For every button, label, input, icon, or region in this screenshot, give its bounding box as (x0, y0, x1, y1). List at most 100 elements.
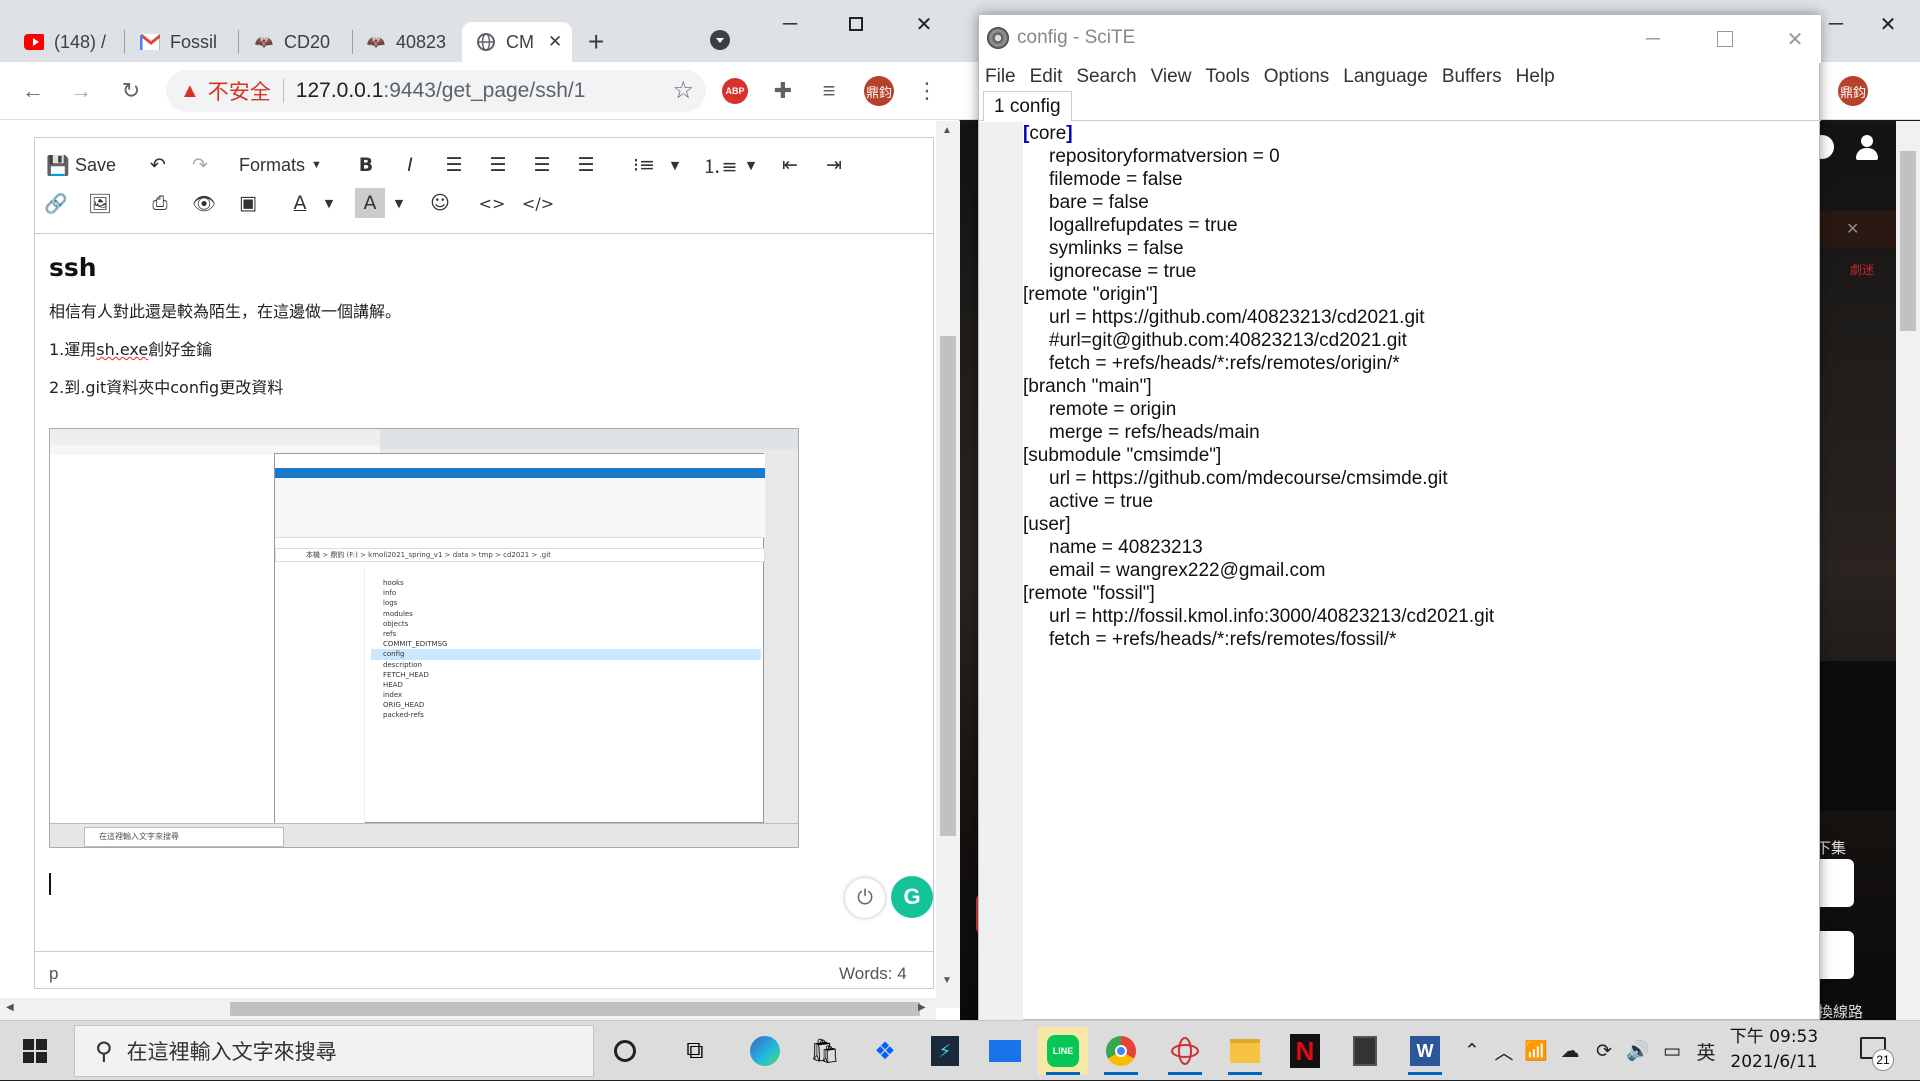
redo-icon[interactable]: ↷ (185, 150, 215, 180)
tab-youtube[interactable]: (148) / (10, 22, 120, 62)
edge-icon[interactable] (740, 1027, 790, 1075)
close-window-icon[interactable]: ✕ (900, 8, 948, 40)
scroll-up-icon[interactable]: ▲ (942, 125, 952, 136)
scite-minimize-icon[interactable]: ─ (1629, 23, 1677, 55)
bullet-list-icon[interactable]: ⁝≡ (629, 150, 659, 180)
scite-menu-options[interactable]: Options (1264, 66, 1329, 88)
insecure-label[interactable]: 不安全 (208, 76, 271, 106)
scite-menu-search[interactable]: Search (1076, 66, 1136, 88)
reload-icon[interactable]: ↻ (114, 74, 148, 108)
emoticon-icon[interactable]: ☺ (425, 188, 455, 218)
preview-icon[interactable]: 👁 (189, 188, 219, 218)
dropbox-icon[interactable]: ❖ (860, 1027, 910, 1075)
scroll-left-icon[interactable]: ◀ (6, 1002, 14, 1013)
scite-menu-language[interactable]: Language (1343, 66, 1428, 88)
file-explorer-icon[interactable] (1220, 1027, 1270, 1075)
align-right-icon[interactable]: ☰ (527, 150, 557, 180)
taskbar-search-box[interactable]: ⚲ 在這裡輸入文字來搜尋 (74, 1025, 594, 1077)
scite-menu-buffers[interactable]: Buffers (1442, 66, 1502, 88)
power-icon[interactable]: ⏻ (845, 878, 885, 918)
bg-scrollbar[interactable] (1896, 121, 1920, 1020)
embedded-screenshot[interactable]: 本機 > 鼎鈞 (F:) > kmoli2021_spring_v1 > dat… (49, 428, 799, 848)
scroll-thumb[interactable] (940, 336, 956, 836)
forward-icon[interactable]: → (64, 74, 98, 108)
outdent-icon[interactable]: ⇤ (775, 150, 805, 180)
media-control-icon[interactable]: ≡ (812, 74, 846, 108)
task-view-icon[interactable]: ⧉ (670, 1027, 720, 1075)
chrome-icon[interactable] (1096, 1027, 1146, 1075)
tab-cd2021[interactable]: 🦇 CD20 (240, 22, 350, 62)
bookmark-star-icon[interactable]: ☆ (672, 76, 694, 105)
scroll-down-icon[interactable]: ▼ (942, 975, 952, 986)
background-color-icon[interactable]: A (355, 188, 385, 218)
close-tab-icon[interactable]: ✕ (548, 32, 562, 52)
source-code-icon[interactable]: </> (522, 188, 554, 218)
tray-arrows-icon[interactable]: ⌃ (1460, 1031, 1484, 1071)
grammarly-icon[interactable]: G (891, 876, 933, 918)
profile-avatar[interactable]: 鼎鈞 (864, 76, 894, 106)
volume-icon[interactable]: 🔊 (1624, 1031, 1652, 1071)
address-bar[interactable]: ▲ 不安全 127.0.0.1:9443/get_page/ssh/1 ☆ (166, 70, 706, 112)
scite-buffer-tab[interactable]: 1 config (983, 91, 1072, 121)
terminal-icon[interactable]: ⚡ (920, 1027, 970, 1075)
bg-banner-close-icon[interactable]: ✕ (1846, 219, 1859, 239)
hscroll-thumb[interactable] (230, 1002, 920, 1016)
scite-taskbar-icon[interactable] (1160, 1027, 1210, 1075)
align-center-icon[interactable]: ☰ (483, 150, 513, 180)
page-horizontal-scrollbar[interactable]: ◀ ▶ (0, 998, 936, 1020)
indent-icon[interactable]: ⇥ (819, 150, 849, 180)
scite-menu-file[interactable]: File (985, 66, 1016, 88)
scite-menu-tools[interactable]: Tools (1205, 66, 1249, 88)
undo-icon[interactable]: ↶ (143, 150, 173, 180)
tab-search-icon[interactable] (710, 30, 730, 50)
url-text[interactable]: 127.0.0.1:9443/get_page/ssh/1 (296, 79, 586, 103)
cortana-icon[interactable] (600, 1027, 650, 1075)
chevron-down-icon[interactable]: ▼ (667, 150, 683, 180)
page-vertical-scrollbar[interactable]: ▲ ▼ (936, 121, 960, 1008)
editor-body[interactable]: ssh 相信有人對此還是較為陌生，在這邊做一個講解。 1.運用sh.exe創好金… (35, 235, 933, 988)
maximize-icon[interactable] (832, 8, 880, 40)
line-icon[interactable]: LINE (1038, 1027, 1088, 1075)
media-icon[interactable]: ▣ (233, 188, 263, 218)
chevron-down-icon[interactable]: ▼ (743, 150, 759, 180)
scite-code-area[interactable]: [core] repositoryformatversion = 0 filemod… (1023, 122, 1821, 1021)
align-justify-icon[interactable]: ☰ (571, 150, 601, 180)
ime-indicator[interactable]: 英 (1692, 1031, 1720, 1071)
print-icon[interactable]: ⎙ (145, 188, 175, 218)
system-clock[interactable]: 下午 09:53 2021/6/11 (1728, 1025, 1820, 1077)
adblock-icon[interactable]: ABP (722, 78, 748, 104)
menu-kebab-icon[interactable]: ⋮ (910, 74, 944, 108)
back-icon[interactable]: ← (16, 74, 50, 108)
link-icon[interactable]: 🔗 (41, 188, 71, 218)
bg-close-icon[interactable]: ✕ (1864, 8, 1912, 40)
formats-dropdown[interactable]: Formats ▼ (239, 150, 322, 180)
calculator-icon[interactable] (1340, 1027, 1390, 1075)
chevron-down-icon[interactable]: ▼ (321, 188, 337, 218)
text-color-icon[interactable]: A (285, 188, 315, 218)
chevron-down-icon[interactable]: ▼ (391, 188, 407, 218)
bg-profile-avatar[interactable]: 鼎鈞 (1838, 76, 1868, 106)
bg-user-icon[interactable] (1856, 135, 1878, 161)
new-tab-button[interactable]: + (588, 26, 604, 58)
word-icon[interactable]: W (1400, 1027, 1450, 1075)
save-icon[interactable]: 💾 (43, 150, 73, 180)
sync-icon[interactable]: ⟳ (1590, 1031, 1618, 1071)
show-hidden-icons[interactable]: ︿ (1490, 1031, 1518, 1071)
bold-icon[interactable]: B (351, 150, 381, 180)
notification-center[interactable]: 21 (1856, 1033, 1896, 1071)
scite-close-icon[interactable]: ✕ (1771, 23, 1819, 55)
minimize-icon[interactable]: ─ (766, 8, 814, 40)
image-icon[interactable]: 🖼 (85, 188, 115, 218)
store-icon[interactable]: 🛍 (800, 1027, 850, 1075)
code-sample-icon[interactable]: <> (477, 188, 507, 218)
tab-40823[interactable]: 🦇 40823 (352, 22, 462, 62)
scite-menu-view[interactable]: View (1151, 66, 1192, 88)
extensions-icon[interactable]: ✚ (766, 74, 800, 108)
scroll-right-icon[interactable]: ▶ (918, 1002, 926, 1013)
netflix-icon[interactable]: N (1280, 1027, 1330, 1075)
scite-maximize-icon[interactable] (1701, 23, 1749, 55)
numbered-list-icon[interactable]: ⒈≡ (703, 150, 738, 180)
onedrive-icon[interactable]: ☁ (1556, 1031, 1584, 1071)
scite-menu-help[interactable]: Help (1516, 66, 1555, 88)
start-button[interactable] (0, 1021, 70, 1081)
